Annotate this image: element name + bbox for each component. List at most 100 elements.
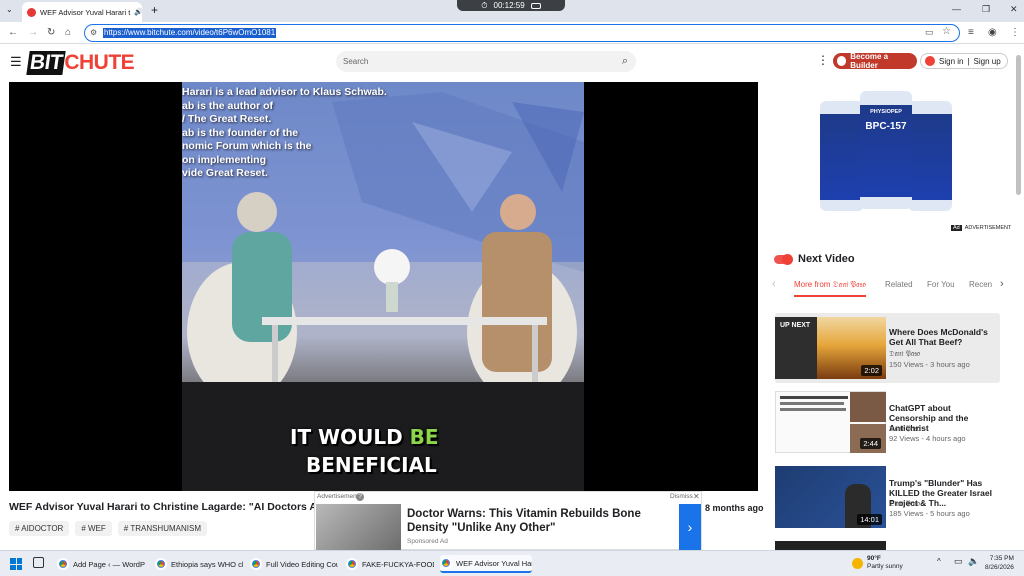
profile-icon[interactable]: ◉	[988, 27, 997, 38]
audio-icon[interactable]: 🔊	[134, 8, 142, 16]
ad-arrow-button[interactable]: ›	[679, 504, 701, 550]
chevron-up-icon[interactable]: ^	[937, 557, 941, 566]
minimize-button[interactable]: —	[952, 4, 961, 14]
bitchute-logo[interactable]: BITCHUTE	[26, 51, 135, 75]
clock-time: 7:35 PM	[989, 555, 1014, 562]
signin-link[interactable]: Sign in	[939, 57, 963, 66]
advertisement-tag: Ad ADVERTISEMENT	[951, 225, 1011, 231]
overlay-line: Harari is a lead advisor to Klaus Schwab…	[182, 86, 387, 98]
bottom-ad[interactable]: Advertisement ? Dismiss ✕ Doctor Warns: …	[314, 491, 702, 550]
weather-desc: Partly sunny	[867, 563, 903, 570]
bottle-image	[820, 101, 864, 211]
back-icon[interactable]: ←	[8, 27, 18, 38]
related-channel[interactable]: 𝔇𝔞𝔫𝔦 𝔓𝔞𝔰𝔬	[889, 424, 920, 434]
scrollbar[interactable]	[1016, 55, 1021, 195]
taskbar-app-label: Add Page ‹ — WordPres	[73, 559, 145, 569]
sidebar-tabs: ‹ More from 𝔇𝔞𝔫𝔦 𝔓𝔞𝔰𝔬 Related For You Re…	[770, 276, 1010, 297]
chevron-right-icon[interactable]: ›	[1000, 278, 1004, 290]
video-frame: Harari is a lead advisor to Klaus Schwab…	[182, 82, 584, 491]
tab-list-icon[interactable]: ⌄	[6, 5, 13, 14]
search-placeholder: Search	[343, 57, 369, 66]
related-channel[interactable]: 𝔇𝔞𝔫𝔦 𝔓𝔞𝔰𝔬	[889, 499, 920, 509]
hamburger-menu-icon[interactable]: ☰	[10, 54, 22, 70]
taskbar-app-active[interactable]: WEF Advisor Yuval Hara	[440, 555, 532, 573]
related-title: Where Does McDonald's Get All That Beef?	[889, 327, 988, 347]
chevron-left-icon[interactable]: ‹	[772, 278, 776, 290]
clock[interactable]: 7:35 PM 8/26/2026	[985, 554, 1014, 572]
browser-tab-active[interactable]: WEF Advisor Yuval Harari t 🔊 ✕	[22, 2, 142, 22]
network-icon[interactable]: ▭	[954, 556, 963, 567]
media-controls-icon[interactable]: ≡	[968, 27, 974, 38]
stopwatch-icon: ⏱	[481, 0, 488, 10]
volume-icon[interactable]: 🔈	[968, 556, 979, 567]
taskbar-app[interactable]: FAKE-FUCKYA-FOODS -	[346, 555, 434, 573]
record-stop-icon[interactable]	[530, 2, 541, 9]
weather-widget[interactable]: 90°F Partly sunny	[852, 555, 903, 571]
search-input[interactable]: Search ⌕	[336, 51, 636, 72]
up-next-badge: UP NEXT	[780, 322, 811, 329]
tag-list: # AIDOCTOR # WEF # TRANSHUMANISM	[9, 521, 207, 536]
builder-label: Become a Builder	[850, 52, 889, 70]
bitchute-favicon-icon	[27, 7, 36, 17]
taskbar-app[interactable]: Ethiopia says WHO chie	[155, 555, 243, 573]
maximize-button[interactable]: ❐	[982, 4, 990, 15]
close-button[interactable]: ✕	[1010, 4, 1018, 15]
next-thumbnail-partial[interactable]	[775, 541, 886, 550]
signin-signup: Sign in | Sign up	[920, 53, 1008, 69]
related-video-item[interactable]: 2:44 ChatGPT about Censorship and the An…	[775, 391, 1000, 461]
search-icon[interactable]: ⌕	[622, 51, 628, 72]
clock-date: 8/26/2026	[985, 564, 1014, 571]
tab-recent[interactable]: Recen	[969, 280, 992, 289]
video-player[interactable]: Harari is a lead advisor to Klaus Schwab…	[9, 82, 758, 491]
video-duration: 14:01	[857, 514, 882, 525]
related-channel[interactable]: 𝔇𝔞𝔫𝔦 𝔓𝔞𝔰𝔬	[889, 349, 920, 359]
hashtag-icon: #	[123, 524, 129, 533]
signup-link[interactable]: Sign up	[974, 57, 1001, 66]
weather-temp: 90°F	[867, 555, 881, 562]
ad-dismiss[interactable]: Dismiss	[670, 493, 693, 500]
related-video-item[interactable]: UP NEXT 2:02 Where Does McDonald's Get A…	[775, 313, 1000, 383]
tag-aidoctor[interactable]: # AIDOCTOR	[9, 521, 70, 536]
taskbar-app[interactable]: Add Page ‹ — WordPres	[57, 555, 145, 573]
tab-related[interactable]: Related	[885, 280, 913, 289]
autoplay-toggle[interactable]	[774, 253, 793, 265]
taskbar-app[interactable]: Full Video Editing Cours	[250, 555, 338, 573]
sidebar-ad-banner[interactable]: PHYSIOPEP BPC-157	[818, 91, 960, 217]
tag-transhumanism[interactable]: # TRANSHUMANISM	[117, 521, 207, 536]
options-kebab-icon[interactable]: ⋮	[817, 53, 829, 67]
video-thumbnail: 2:44	[775, 391, 886, 453]
builder-icon	[837, 56, 847, 66]
tag-wef[interactable]: # WEF	[75, 521, 112, 536]
forward-icon[interactable]: →	[28, 27, 38, 38]
ad-label: Advertisement	[317, 493, 359, 500]
info-icon[interactable]: ?	[356, 493, 364, 501]
task-view-icon[interactable]	[33, 557, 44, 568]
url-text[interactable]: https://www.bitchute.com/video/t6P6wOmO1…	[103, 28, 277, 38]
bottle-image	[908, 101, 952, 211]
address-bar[interactable]: ⚙ https://www.bitchute.com/video/t6P6wOm…	[84, 24, 960, 42]
cast-icon[interactable]: ▭	[925, 27, 934, 38]
ad-close-icon[interactable]: ✕	[693, 492, 700, 501]
related-video-item[interactable]: 14:01 Trump's "Blunder" Has KILLED the G…	[775, 466, 1000, 536]
taskbar-app-label: Full Video Editing Cours	[266, 559, 338, 569]
caption-highlight: BE	[409, 425, 439, 449]
banner-product: BPC-157	[865, 121, 907, 132]
new-tab-button[interactable]: +	[151, 3, 158, 17]
windows-start-icon[interactable]	[10, 558, 22, 570]
tab-for-you[interactable]: For You	[927, 280, 955, 289]
reload-icon[interactable]: ↻	[47, 27, 55, 38]
caption-line-2: BENEFICIAL	[306, 453, 437, 477]
home-icon[interactable]: ⌂	[65, 27, 71, 38]
menu-kebab-icon[interactable]: ⋮	[1010, 27, 1020, 38]
divider: |	[967, 56, 970, 66]
overlay-line: vide Great Reset.	[182, 167, 268, 179]
banner-brand: PHYSIOPEP	[870, 109, 902, 115]
thumb-line	[780, 408, 846, 411]
tab-more-from[interactable]: More from 𝔇𝔞𝔫𝔦 𝔓𝔞𝔰𝔬	[794, 280, 866, 297]
become-builder-button[interactable]: Become a Builder	[833, 52, 917, 70]
bookmark-star-icon[interactable]: ☆	[942, 26, 951, 37]
tab-strip: ⌄ WEF Advisor Yuval Harari t 🔊 ✕ + ⏱ 00:…	[0, 0, 1024, 22]
site-info-icon[interactable]: ⚙	[90, 28, 97, 37]
taskbar-app-label: WEF Advisor Yuval Hara	[456, 558, 532, 568]
hashtag-icon: #	[15, 524, 20, 533]
